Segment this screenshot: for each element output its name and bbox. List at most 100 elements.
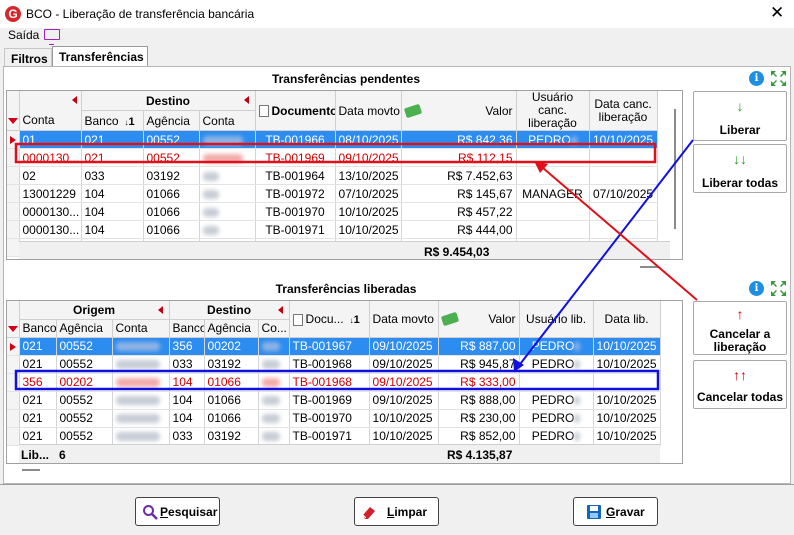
col-agencia-origem[interactable]: Agência	[56, 319, 113, 338]
table-row[interactable]: 13001229 104 01066 TB-001972 07/10/2025 R$ 14…	[7, 184, 658, 203]
info-icon[interactable]: i	[749, 281, 764, 296]
tab-transferencias[interactable]: Transferências	[52, 46, 148, 67]
col-usuario-lib[interactable]: Usuário lib.	[519, 301, 594, 338]
window-title: BCO - Liberação de transferência bancári…	[26, 7, 255, 21]
cell-agencia: 01066	[143, 202, 200, 221]
col-documento[interactable]: Documento	[272, 104, 335, 118]
cell-usuario	[516, 148, 590, 167]
cell-usuario: PEDRO	[519, 337, 594, 356]
table-row[interactable]: 01 021 00552 TB-001966 08/10/2025 R$ 842,36 PE…	[7, 130, 658, 149]
cell-documento: TB-001967	[289, 337, 370, 356]
cell-data-lib: 10/10/2025	[593, 337, 661, 356]
info-icon[interactable]: i	[749, 71, 764, 86]
cell-conta-destino	[199, 148, 256, 167]
liberar-button[interactable]: ↓ Liberar	[693, 91, 787, 141]
double-arrow-up-icon: ↑↑	[733, 367, 747, 383]
arrow-down-icon: ↓	[736, 98, 744, 114]
col-data-canc[interactable]: Data canc. liberação	[589, 91, 658, 131]
cell-conta-destino	[258, 409, 290, 428]
cancelar-todas-button[interactable]: ↑↑ Cancelar todas	[693, 360, 787, 409]
col-banco-origem[interactable]: Banco	[19, 319, 57, 338]
cell-conta-origem	[112, 427, 170, 446]
cell-agencia: 03192	[143, 166, 200, 185]
cell-data-lib	[593, 373, 661, 392]
cell-valor: R$ 888,00	[438, 391, 520, 410]
col-agencia[interactable]: Agência	[143, 110, 200, 131]
col-valor-lib[interactable]: Valor	[488, 312, 515, 326]
cell-data: 10/10/2025	[369, 409, 439, 428]
col-documento-lib[interactable]: Docu...	[306, 312, 344, 326]
cell-banco-destino: 033	[169, 355, 205, 374]
cell-data: 10/10/2025	[335, 202, 402, 221]
liberadas-grid: Origem Destino Docu...1 Data movto Valor…	[6, 300, 683, 464]
limpar-button[interactable]: Limpar	[354, 497, 439, 526]
close-icon[interactable]: ✕	[770, 3, 784, 23]
cell-agencia-origem: 00552	[56, 391, 113, 410]
table-row[interactable]: 021 00552 033 03192 TB-001968 09/10/2025 R$ 94…	[7, 355, 661, 374]
col-data-movto[interactable]: Data movto	[335, 91, 402, 131]
cell-data-lib: 10/10/2025	[593, 427, 661, 446]
col-conta-destino[interactable]: Conta	[199, 110, 256, 131]
col-data-lib[interactable]: Data lib.	[593, 301, 661, 338]
current-row-icon	[10, 342, 16, 351]
col-valor[interactable]: Valor	[485, 104, 512, 118]
table-row[interactable]: 021 00552 104 01066 TB-001970 10/10/2025 R$ 23…	[7, 409, 661, 428]
table-row[interactable]: 0000130... 021 00552 TB-001969 09/10/2025 R$ …	[7, 148, 658, 167]
gravar-button[interactable]: Gravar	[573, 497, 658, 526]
splitter-grip[interactable]	[640, 266, 658, 268]
cell-documento: TB-001968	[289, 373, 370, 392]
col-banco-destino[interactable]: Banco	[169, 319, 205, 338]
col-conta-destino-lib[interactable]: Co...	[258, 319, 290, 338]
table-row[interactable]: 02 033 03192 TB-001964 13/10/2025 R$ 7.452,63	[7, 166, 658, 185]
col-data-movto-lib[interactable]: Data movto	[369, 301, 439, 338]
liberar-todas-button[interactable]: ↓↓ Liberar todas	[693, 144, 787, 193]
table-row[interactable]: 021 00552 356 00202 TB-001967 09/10/2025 R$ 88…	[7, 337, 661, 356]
cell-usuario: PEDRO	[519, 427, 594, 446]
cell-agencia-destino: 01066	[204, 373, 259, 392]
cell-documento: TB-001972	[255, 184, 336, 203]
cell-data-lib: 10/10/2025	[593, 355, 661, 374]
pendentes-scrollbar[interactable]	[670, 91, 682, 259]
search-icon	[143, 505, 158, 520]
cell-data: 09/10/2025	[369, 391, 439, 410]
cell-conta-destino	[258, 373, 290, 392]
expand-icon[interactable]	[770, 70, 787, 87]
cell-agencia-origem: 00552	[56, 409, 113, 428]
cell-agencia-destino: 03192	[204, 355, 259, 374]
cell-valor: R$ 457,22	[401, 202, 517, 221]
sort-triangle-icon	[8, 326, 18, 332]
cell-usuario	[519, 373, 594, 392]
table-row[interactable]: 0000130... 104 01066 TB-001971 10/10/2025 R$ …	[7, 220, 658, 239]
table-row[interactable]: 356 00202 104 01066 TB-001968 09/10/2025 R$ 33…	[7, 373, 661, 392]
col-conta[interactable]: Conta	[19, 110, 82, 131]
table-row[interactable]: 021 00552 104 01066 TB-001969 09/10/2025 R$ 88…	[7, 391, 661, 410]
sort-triangle-icon	[8, 117, 18, 124]
cell-agencia-origem: 00552	[56, 427, 113, 446]
arrow-up-icon: ↑	[736, 306, 744, 322]
splitter-grip[interactable]	[22, 469, 40, 471]
table-row[interactable]: 021 00552 033 03192 TB-001971 10/10/2025 R$ 85…	[7, 427, 661, 446]
tab-filtros[interactable]: Filtros	[4, 48, 52, 67]
cell-valor: R$ 852,00	[438, 427, 520, 446]
col-agencia-destino[interactable]: Agência	[204, 319, 259, 338]
cell-usuario: PEDRO	[516, 130, 590, 149]
cell-documento: TB-001969	[289, 391, 370, 410]
money-icon	[440, 311, 459, 326]
cell-conta: 0000130...	[19, 202, 82, 221]
monitor-icon[interactable]	[44, 29, 60, 45]
pesquisar-button[interactable]: Pesquisar	[135, 497, 220, 526]
expand-icon[interactable]	[770, 280, 787, 297]
col-usuario-canc[interactable]: Usuário canc. liberação	[516, 91, 590, 131]
cell-valor: R$ 887,00	[438, 337, 520, 356]
menu-item-saida[interactable]: Saída	[8, 28, 39, 42]
col-conta-origem[interactable]: Conta	[112, 319, 170, 338]
cell-agencia-destino: 01066	[204, 391, 259, 410]
cell-banco-origem: 356	[19, 373, 57, 392]
group-destino-lib: Destino	[207, 302, 252, 317]
group-origem: Origem	[73, 302, 116, 317]
cancelar-liberacao-button[interactable]: ↑ Cancelar a liberação	[693, 301, 787, 355]
col-banco[interactable]: Banco1	[81, 110, 144, 131]
title-bar: G BCO - Liberação de transferência bancá…	[0, 0, 794, 28]
save-icon	[587, 505, 601, 519]
table-row[interactable]: 0000130... 104 01066 TB-001970 10/10/2025 R$ …	[7, 202, 658, 221]
